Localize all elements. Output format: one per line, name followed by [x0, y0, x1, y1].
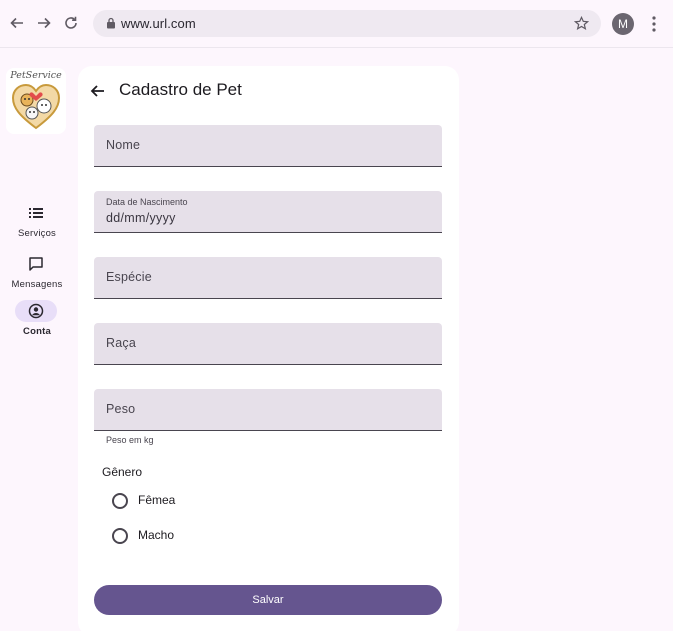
- chat-icon: [15, 253, 57, 275]
- peso-field[interactable]: Peso: [94, 389, 442, 431]
- save-button[interactable]: Salvar: [94, 585, 442, 615]
- browser-toolbar: www.url.com M: [0, 0, 673, 48]
- bookmark-star-icon[interactable]: [574, 16, 589, 31]
- data-nascimento-label: Data de Nascimento: [106, 197, 188, 207]
- genero-label: Gênero: [102, 465, 143, 479]
- peso-placeholder: Peso: [106, 402, 136, 416]
- data-nascimento-value: dd/mm/yyyy: [106, 211, 176, 225]
- nome-field[interactable]: Nome: [94, 125, 442, 167]
- radio-button[interactable]: [112, 528, 128, 544]
- data-nascimento-field[interactable]: Data de Nascimento dd/mm/yyyy: [94, 191, 442, 233]
- radio-button[interactable]: [112, 493, 128, 509]
- petservice-logo: PetService: [6, 68, 66, 134]
- address-bar[interactable]: www.url.com: [93, 10, 601, 37]
- more-vert-icon[interactable]: [647, 14, 661, 34]
- especie-field[interactable]: Espécie: [94, 257, 442, 299]
- rail-label-mensagens: Mensagens: [11, 279, 63, 290]
- heart-pets-icon: [11, 83, 61, 130]
- rail-label-conta: Conta: [23, 326, 51, 337]
- radio-label-femea: Fêmea: [138, 493, 176, 507]
- rail-item-servicos[interactable]: Serviços: [0, 202, 74, 248]
- rail-label-servicos: Serviços: [17, 228, 57, 239]
- url-text: www.url.com: [121, 16, 196, 31]
- list-icon: [15, 202, 57, 224]
- nome-placeholder: Nome: [106, 138, 141, 152]
- lock-icon: [107, 17, 115, 29]
- back-arrow-icon[interactable]: [6, 12, 28, 34]
- forward-arrow-icon[interactable]: [33, 12, 55, 34]
- pet-form-card: Cadastro de Pet Nome Data de Nascimento …: [78, 66, 459, 631]
- peso-helper-text: Peso em kg: [106, 435, 154, 445]
- rail-item-mensagens[interactable]: Mensagens: [0, 253, 74, 299]
- profile-avatar[interactable]: M: [612, 13, 634, 35]
- rail-item-conta[interactable]: Conta: [0, 300, 74, 346]
- raca-field[interactable]: Raça: [94, 323, 442, 365]
- logo-text: PetService: [10, 70, 62, 81]
- navigation-rail: PetService Serviços Mensagens Conta: [0, 48, 74, 631]
- especie-placeholder: Espécie: [106, 270, 152, 284]
- back-arrow-icon[interactable]: [88, 81, 108, 101]
- account-circle-icon: [15, 300, 57, 322]
- radio-label-macho: Macho: [138, 528, 175, 542]
- page-title: Cadastro de Pet: [119, 80, 242, 99]
- reload-icon[interactable]: [60, 12, 82, 34]
- raca-placeholder: Raça: [106, 336, 136, 350]
